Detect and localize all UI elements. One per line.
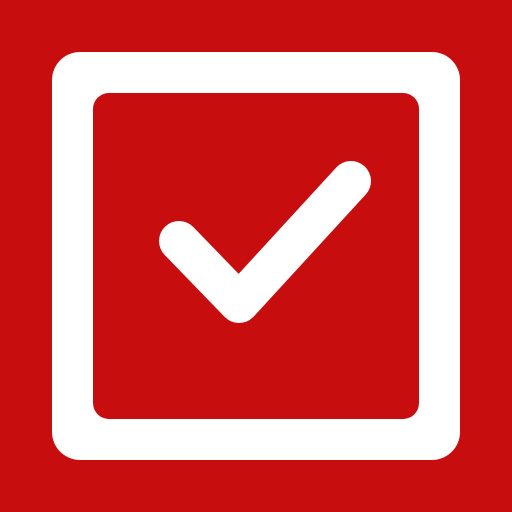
checkbox-app-icon xyxy=(0,0,512,512)
checkbox-fill xyxy=(93,93,419,419)
checkbox-frame[interactable] xyxy=(52,52,460,460)
checkmark-icon xyxy=(159,161,371,323)
